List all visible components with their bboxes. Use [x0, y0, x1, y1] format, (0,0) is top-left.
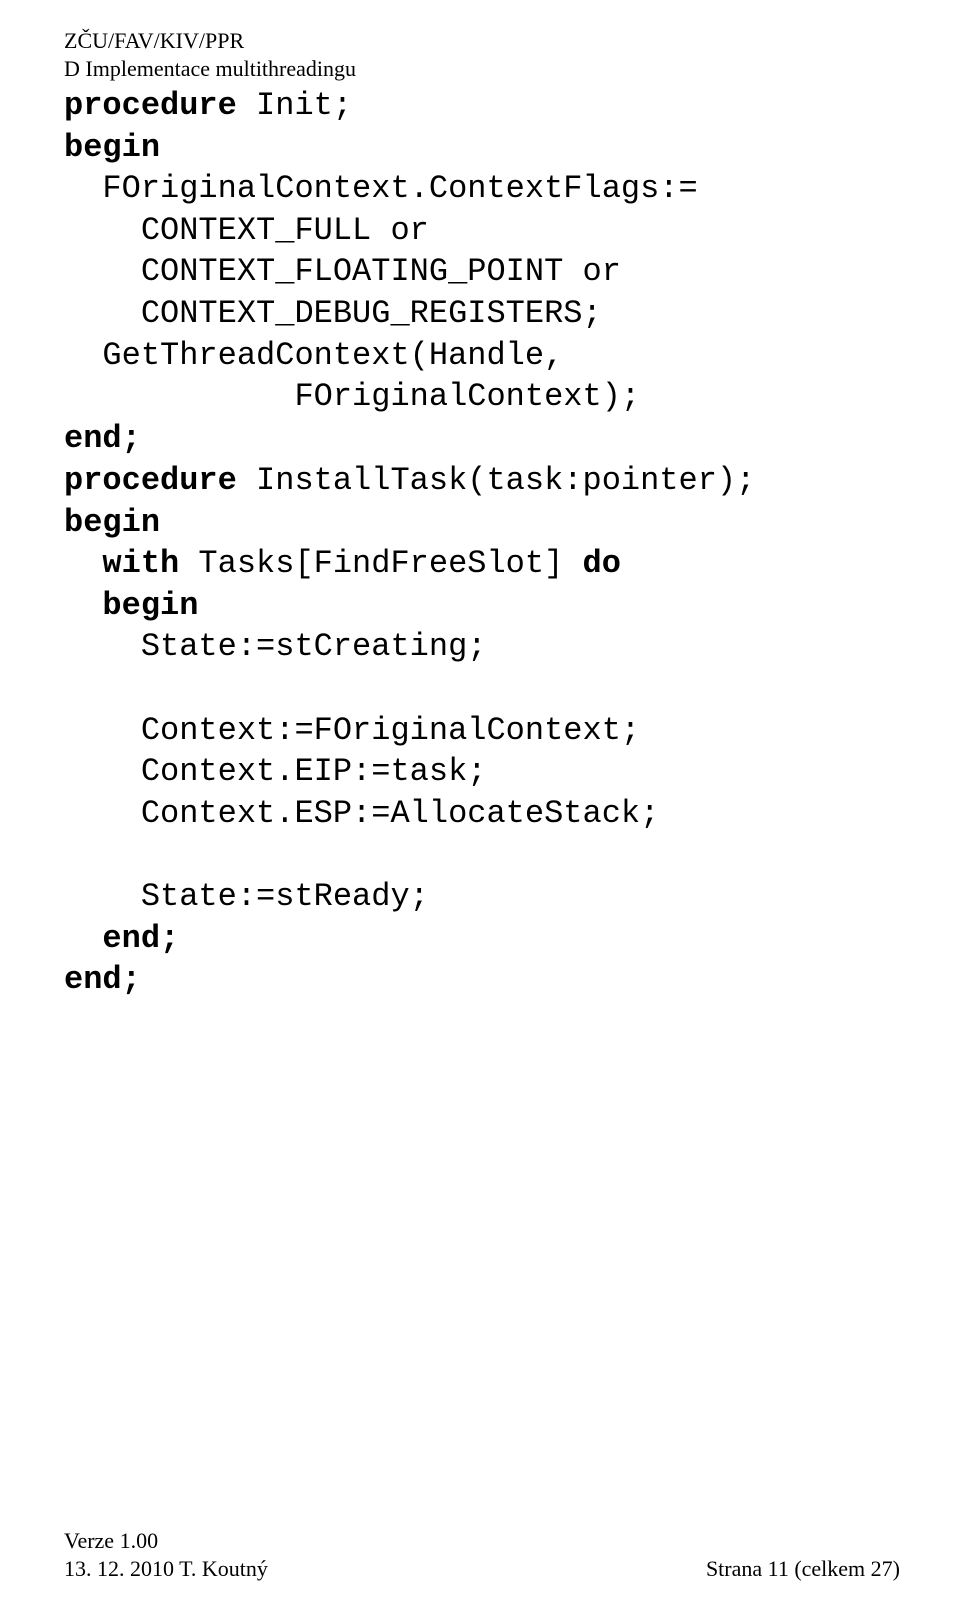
code-line: FOriginalContext.ContextFlags:= — [64, 170, 698, 207]
code-line: Context.ESP:=AllocateStack; — [64, 795, 659, 832]
header-line-2: D Implementace multithreadingu — [64, 55, 356, 83]
code-line: Context:=FOriginalContext; — [64, 712, 640, 749]
footer-right: Strana 11 (celkem 27) — [706, 1555, 900, 1584]
footer-left: Verze 1.00 13. 12. 2010 T. Koutný — [64, 1527, 268, 1584]
keyword-end: end; — [64, 420, 141, 457]
code-line: CONTEXT_FLOATING_POINT or — [64, 253, 621, 290]
code-line: State:=stReady; — [64, 878, 429, 915]
keyword-end: end; — [64, 961, 141, 998]
version-text: Verze 1.00 — [64, 1527, 268, 1556]
keyword-do: do — [582, 545, 620, 582]
code-block-installtask: procedure InstallTask(task:pointer); beg… — [64, 460, 755, 1001]
keyword-begin: begin — [64, 587, 198, 624]
page-header: ZČU/FAV/KIV/PPR D Implementace multithre… — [64, 27, 356, 82]
proc-name: Init; — [237, 87, 352, 124]
keyword-procedure: procedure — [64, 462, 237, 499]
proc-name: InstallTask(task:pointer); — [237, 462, 755, 499]
code-line: CONTEXT_FULL or — [64, 212, 429, 249]
code-line: GetThreadContext(Handle, — [64, 337, 563, 374]
code-line: Context.EIP:=task; — [64, 753, 486, 790]
code-text: Tasks[FindFreeSlot] — [179, 545, 582, 582]
page-number: Strana 11 (celkem 27) — [706, 1555, 900, 1584]
date-author: 13. 12. 2010 T. Koutný — [64, 1555, 268, 1584]
header-line-1: ZČU/FAV/KIV/PPR — [64, 27, 356, 55]
indent — [64, 545, 102, 582]
keyword-procedure: procedure — [64, 87, 237, 124]
code-line: State:=stCreating; — [64, 628, 486, 665]
keyword-with: with — [102, 545, 179, 582]
code-block-init: procedure Init; begin FOriginalContext.C… — [64, 85, 698, 459]
keyword-begin: begin — [64, 129, 160, 166]
page-footer: Verze 1.00 13. 12. 2010 T. Koutný Strana… — [64, 1527, 900, 1584]
code-line: CONTEXT_DEBUG_REGISTERS; — [64, 295, 602, 332]
keyword-end: end; — [64, 920, 179, 957]
code-line: FOriginalContext); — [64, 378, 640, 415]
keyword-begin: begin — [64, 504, 160, 541]
